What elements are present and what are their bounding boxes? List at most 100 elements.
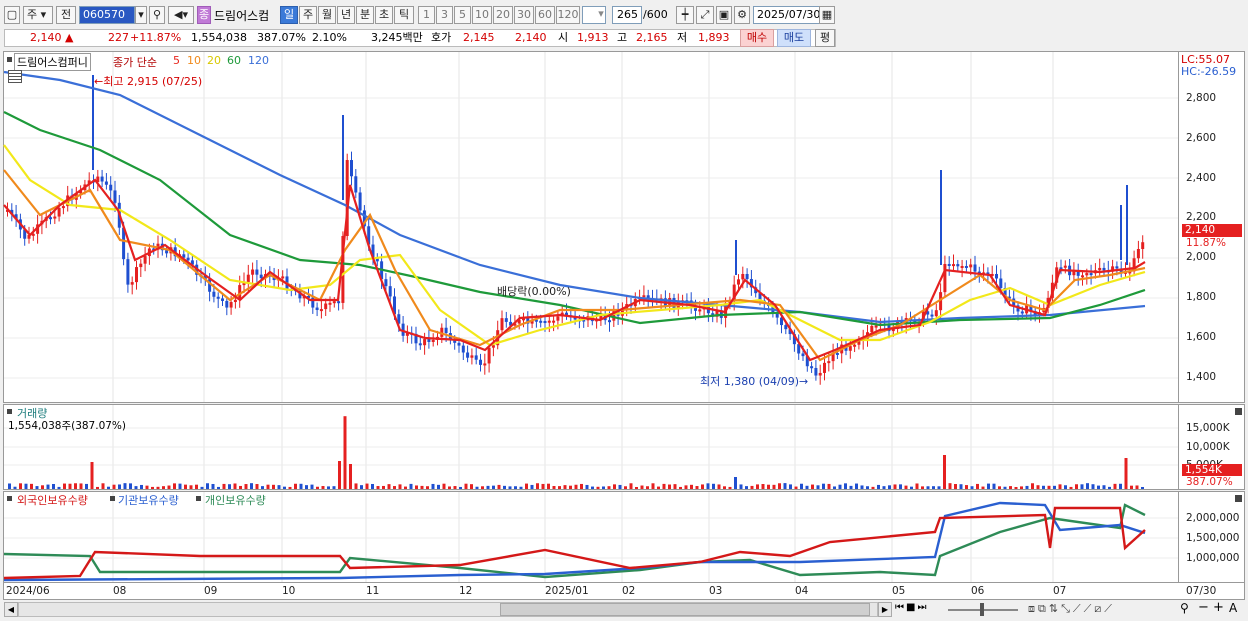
candle-body [947,263,951,266]
volume-bar [514,486,517,489]
ytick: 1,800 [1186,291,1217,303]
chart-canvas [3,52,1178,582]
table-icon[interactable] [8,70,22,83]
volume-bar [508,486,512,489]
ma120-legend: 120 [248,54,269,67]
candle-body [251,269,255,275]
volume-bar [101,483,105,489]
volume-bar [162,486,165,489]
candle-body [1102,267,1106,271]
ma10-legend: 10 [187,54,201,67]
drawing-tools[interactable]: ⧈⧉⇅⤡⟋⟋⧄⟋ [1028,602,1115,616]
xtick: 02 [622,585,636,597]
scrollbar-thumb[interactable] [500,603,870,616]
ytick: 2,200 [1186,211,1217,223]
candle-body [995,273,998,279]
volume-bar [778,483,781,489]
volume-bar [79,483,83,489]
volume-bar [932,486,935,489]
candle-body [255,269,259,275]
volume-bar [1130,485,1133,489]
volume-bar [464,483,468,489]
vol-ytick: 10,000K [1186,441,1230,453]
scroll-left-icon[interactable]: ◀ [4,602,18,617]
volume-bar [750,485,754,489]
volume-bar [602,486,605,489]
volume-bar [129,483,132,489]
volume-bar [948,483,952,489]
volume-bar [893,484,897,489]
zoom-slider-thumb[interactable] [980,603,984,616]
volume-bar [855,483,858,489]
candle-body [216,296,220,299]
volume-bar [635,486,638,489]
volume-bar [882,486,886,489]
candle-body [61,206,65,209]
holding-menu-icon[interactable] [7,496,12,501]
volume-bar [827,483,831,489]
volume-bar [673,484,677,489]
volume-bar [321,486,325,489]
volume-bar [767,484,770,489]
candle-body [1063,265,1067,268]
volume-bar [123,483,127,489]
volume-bar [992,483,996,489]
high-annotation: ←최고 2,915 (07/25) [94,75,203,88]
volume-bar [41,485,44,489]
ytick: 2,400 [1186,172,1217,184]
panel-menu-icon[interactable] [7,57,12,62]
retail-line [3,503,1146,579]
volume-bar [294,483,297,489]
candle-body [143,256,147,264]
candle-body [874,325,878,328]
volume-bar [712,483,715,489]
volume-bar [239,485,242,489]
candle-body [233,299,237,303]
volume-bar [85,483,88,489]
zoom-out-icon[interactable]: − [1198,600,1209,615]
candle-body [969,264,973,268]
volume-bar [833,486,836,489]
volume-bar [976,483,979,489]
volume-bar [965,485,968,489]
play-controls[interactable]: ⏮■⏭ [895,602,928,613]
volume-bar [206,483,209,489]
volume-bar [145,485,149,489]
volume-bar [178,483,182,489]
zoom-search-icon[interactable]: ⚲ [1180,601,1189,615]
candle-body [952,264,955,267]
xtick: 11 [366,585,380,597]
volume-bar [299,483,303,489]
hc-label: HC:-26.59 [1181,65,1237,78]
candle-body [1115,266,1119,269]
candle-body [504,318,508,322]
volume-close-icon[interactable] [1235,408,1242,415]
volume-bar [343,416,347,489]
volume-bar [668,484,671,489]
candle-body [57,207,61,217]
ytick: 1,600 [1186,331,1217,343]
volume-bar [640,485,644,489]
volume-bar [189,485,193,489]
zoom-in-icon[interactable]: + [1213,600,1224,615]
holding-close-icon[interactable] [1235,495,1242,502]
candle-body [113,190,117,203]
candle-body [801,353,805,357]
font-size-icon[interactable]: A [1229,601,1237,615]
volume-bar [871,486,875,489]
volume-bar [838,484,842,489]
volume-bar [563,485,567,489]
volume-menu-icon[interactable] [7,409,12,414]
candle-body [100,176,104,182]
volume-bar [651,483,655,489]
xtick: 10 [282,585,296,597]
scroll-right-icon[interactable]: ▶ [878,602,892,617]
volume-bar [63,483,66,489]
volume-bar [283,486,286,489]
volume-bar [1003,486,1007,489]
volume-bar [866,486,869,489]
xtick: 05 [892,585,906,597]
volume-bar [398,484,402,489]
volume-bar [13,486,17,489]
candle-body [474,355,478,360]
